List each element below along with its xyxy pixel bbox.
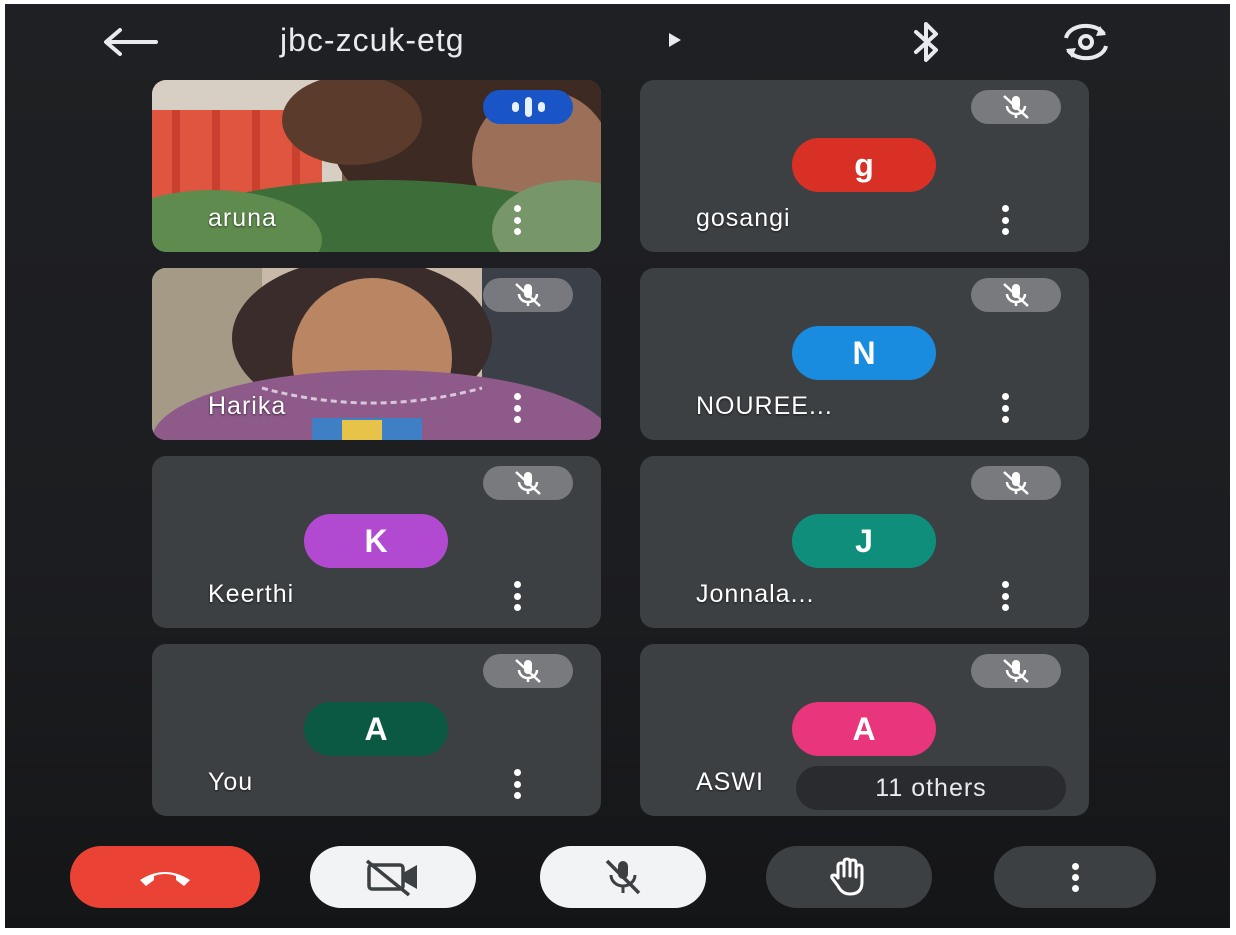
raise-hand-icon bbox=[830, 857, 864, 896]
mic-off-icon bbox=[971, 278, 1061, 312]
switch-camera-icon bbox=[1064, 23, 1108, 61]
participant-name: NOUREE... bbox=[696, 392, 833, 420]
mic-off-icon bbox=[971, 90, 1061, 124]
participant-menu-icon[interactable] bbox=[507, 393, 527, 423]
mic-off-icon bbox=[483, 278, 573, 312]
raise-hand-button[interactable] bbox=[766, 846, 932, 908]
participant-tile[interactable]: N NOUREE... bbox=[640, 268, 1089, 440]
top-bar: jbc-zcuk-etg bbox=[0, 0, 1236, 80]
mic-off-icon bbox=[605, 859, 641, 895]
back-button[interactable] bbox=[100, 20, 160, 64]
participant-name: Jonnala... bbox=[696, 580, 815, 608]
avatar: K bbox=[304, 514, 448, 568]
others-count-button[interactable]: 11 others bbox=[796, 766, 1066, 810]
avatar: g bbox=[792, 138, 936, 192]
participant-name: Harika bbox=[208, 392, 287, 420]
participant-name: You bbox=[208, 768, 254, 796]
image-border bbox=[0, 0, 5, 935]
avatar: J bbox=[792, 514, 936, 568]
avatar: A bbox=[304, 702, 448, 756]
participant-tile[interactable]: g gosangi bbox=[640, 80, 1089, 252]
participant-menu-icon[interactable] bbox=[995, 205, 1015, 235]
mic-off-icon bbox=[483, 466, 573, 500]
image-border bbox=[0, 928, 1236, 935]
more-options-icon bbox=[1071, 862, 1079, 892]
participant-menu-icon[interactable] bbox=[995, 581, 1015, 611]
caret-right-icon[interactable] bbox=[668, 32, 682, 48]
participant-menu-icon[interactable] bbox=[507, 581, 527, 611]
participant-name: Keerthi bbox=[208, 580, 295, 608]
participant-name: aruna bbox=[208, 204, 277, 232]
participant-tile-self[interactable]: A You bbox=[152, 644, 601, 816]
participant-tile[interactable]: J Jonnala... bbox=[640, 456, 1089, 628]
end-call-icon bbox=[140, 872, 190, 886]
image-border bbox=[1230, 0, 1236, 935]
switch-camera-button[interactable] bbox=[1058, 18, 1114, 66]
participant-tile[interactable]: Harika bbox=[152, 268, 601, 440]
bluetooth-icon bbox=[914, 22, 938, 62]
mic-off-icon bbox=[971, 654, 1061, 688]
arrow-left-icon bbox=[104, 28, 158, 56]
more-options-button[interactable] bbox=[994, 846, 1156, 908]
participant-menu-icon[interactable] bbox=[507, 769, 527, 799]
avatar: A bbox=[792, 702, 936, 756]
mic-off-icon bbox=[483, 654, 573, 688]
participant-name: gosangi bbox=[696, 204, 791, 232]
participant-tile[interactable]: aruna bbox=[152, 80, 601, 252]
participant-menu-icon[interactable] bbox=[995, 393, 1015, 423]
avatar: N bbox=[792, 326, 936, 380]
speaking-indicator bbox=[483, 90, 573, 124]
participant-menu-icon[interactable] bbox=[507, 205, 527, 235]
mic-toggle-button[interactable] bbox=[540, 846, 706, 908]
camera-off-icon bbox=[365, 859, 417, 897]
end-call-button[interactable] bbox=[70, 846, 260, 908]
participant-name: ASWI bbox=[696, 768, 764, 796]
meeting-code[interactable]: jbc-zcuk-etg bbox=[280, 22, 465, 59]
mic-off-icon bbox=[971, 466, 1061, 500]
camera-toggle-button[interactable] bbox=[310, 846, 476, 908]
image-border bbox=[0, 0, 1236, 4]
bluetooth-button[interactable] bbox=[905, 18, 949, 66]
participant-tile[interactable]: K Keerthi bbox=[152, 456, 601, 628]
meet-screen: jbc-zcuk-etg aruna g gosangi Harika N NO… bbox=[0, 0, 1236, 935]
